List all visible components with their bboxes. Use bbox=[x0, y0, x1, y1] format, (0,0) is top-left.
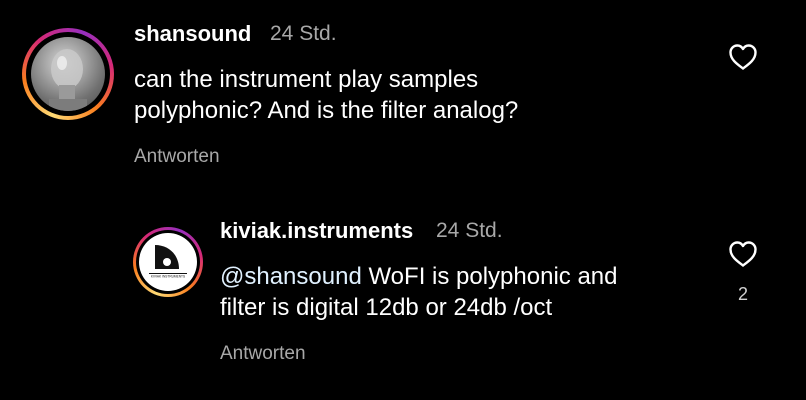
comment-username[interactable]: shansound bbox=[134, 21, 251, 47]
comment-text-line-1: can the instrument play samples bbox=[134, 66, 479, 93]
reply-reply-button[interactable]: Antworten bbox=[220, 343, 306, 365]
comment-text: can the instrument play samples polyphon… bbox=[134, 64, 518, 126]
comment-timestamp: 24 Std. bbox=[270, 22, 337, 45]
reply-text: @shansound WoFI is polyphonic and filter… bbox=[220, 261, 618, 323]
reply-like-count[interactable]: 2 bbox=[733, 284, 753, 305]
user-photo-icon bbox=[31, 37, 105, 111]
commenter-avatar[interactable] bbox=[22, 28, 114, 120]
reply-like-heart-icon[interactable] bbox=[728, 240, 758, 268]
comment-thread: shansound 24 Std. can the instrument pla… bbox=[0, 0, 806, 400]
reply-username[interactable]: kiviak.instruments bbox=[220, 218, 413, 244]
replier-avatar[interactable]: KIVIAK INSTRUMENTS bbox=[133, 227, 203, 297]
reply-text-line-1: @shansound WoFI is polyphonic and bbox=[220, 261, 618, 292]
reply-text-line-2: filter is digital 12db or 24db /oct bbox=[220, 294, 553, 321]
mention-link[interactable]: @shansound bbox=[220, 263, 362, 290]
kiviak-logo-text: KIVIAK INSTRUMENTS bbox=[151, 275, 185, 279]
comment-like-heart-icon[interactable] bbox=[728, 43, 758, 71]
reply-text-line-1-rest: WoFI is polyphonic and bbox=[361, 263, 618, 290]
reply-timestamp: 24 Std. bbox=[436, 219, 503, 242]
comment-reply-button[interactable]: Antworten bbox=[134, 146, 220, 168]
kiviak-logo-icon: KIVIAK INSTRUMENTS bbox=[139, 233, 197, 291]
comment-text-line-2: polyphonic? And is the filter analog? bbox=[134, 97, 519, 124]
